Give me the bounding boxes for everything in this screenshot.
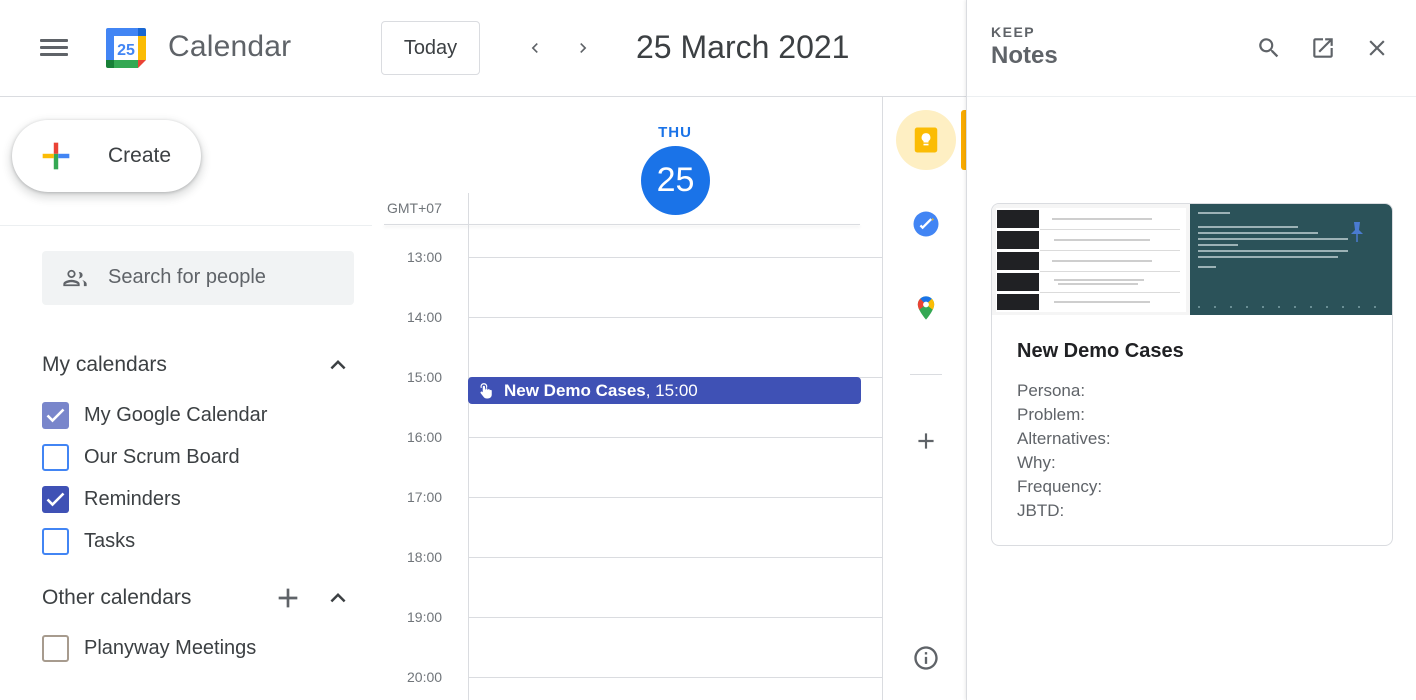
- hour-line: [468, 557, 882, 558]
- calendar-label: Our Scrum Board: [84, 445, 240, 468]
- hour-line: [468, 617, 882, 618]
- calendar-item-reminders[interactable]: Reminders: [42, 484, 181, 514]
- maps-icon: [917, 296, 935, 320]
- note-line: JBTD:: [1017, 501, 1065, 520]
- keep-panel-header-divider: [967, 96, 1416, 97]
- people-icon: [63, 269, 87, 287]
- calendar-item-our-scrum-board[interactable]: Our Scrum Board: [42, 442, 240, 472]
- grid-top-divider: [384, 224, 860, 225]
- calendar-event[interactable]: New Demo Cases, 15:00: [468, 377, 861, 404]
- calendar-label: My Google Calendar: [84, 403, 268, 426]
- sidebar-divider: [0, 225, 372, 226]
- collapse-my-calendars-chevron-up-icon[interactable]: [323, 350, 353, 380]
- grid-right-border: [882, 97, 883, 700]
- create-button[interactable]: Create: [12, 120, 201, 192]
- hour-line: [468, 317, 882, 318]
- note-line: Why:: [1017, 453, 1056, 472]
- close-icon: [1369, 40, 1385, 56]
- hour-line: [468, 677, 882, 678]
- note-attachment-thumbnail: [992, 204, 1392, 315]
- calendar-label: Reminders: [84, 487, 181, 510]
- note-line: Persona:: [1017, 381, 1086, 400]
- calendar-checkbox[interactable]: [42, 527, 69, 555]
- hour-label: 14:00: [407, 309, 443, 325]
- hour-label: 18:00: [407, 549, 443, 565]
- hour-label: 20:00: [407, 669, 443, 685]
- chevron-left-icon: [531, 43, 538, 53]
- maps-app-button[interactable]: [906, 288, 946, 328]
- hour-label: 13:00: [407, 249, 443, 265]
- hour-line: [468, 437, 882, 438]
- top-header: 25 Calendar Today 25 March 2021: [0, 0, 966, 97]
- rail-separator: [910, 374, 942, 375]
- keep-panel-overline: KEEP: [991, 24, 1036, 40]
- info-icon: [914, 646, 938, 670]
- hour-label: 16:00: [407, 429, 443, 445]
- calendar-logo-icon: 25: [106, 28, 146, 68]
- tasks-icon: [913, 211, 939, 237]
- keep-panel-title: Notes: [991, 42, 1058, 69]
- day-number-button[interactable]: 25: [641, 146, 710, 215]
- search-people-input[interactable]: Search for people: [42, 251, 354, 305]
- other-calendars-heading: Other calendars: [42, 586, 192, 609]
- calendar-label: Tasks: [84, 529, 136, 552]
- today-button[interactable]: Today: [381, 21, 480, 75]
- current-date-title: 25 March 2021: [636, 29, 850, 65]
- info-button[interactable]: [906, 638, 946, 678]
- hour-label: 17:00: [407, 489, 443, 505]
- hour-line: [468, 257, 882, 258]
- open-in-new-icon: [1313, 38, 1333, 58]
- add-other-calendar-plus-icon[interactable]: [272, 582, 304, 614]
- day-of-week-label: THU: [658, 124, 692, 141]
- search-icon: [1259, 38, 1279, 58]
- hour-line: [468, 497, 882, 498]
- app-title: Calendar: [168, 30, 292, 63]
- plus-icon: [918, 433, 934, 449]
- previous-day-button[interactable]: [515, 28, 555, 68]
- chevron-right-icon: [580, 43, 587, 53]
- note-line: Frequency:: [1017, 477, 1103, 496]
- calendar-checkbox[interactable]: [42, 634, 69, 662]
- note-body: Persona: Problem: Alternatives: Why: Fre…: [1017, 379, 1111, 523]
- search-people-placeholder: Search for people: [108, 266, 266, 288]
- colorful-plus-icon: [42, 142, 70, 170]
- close-panel-button[interactable]: [1359, 30, 1395, 66]
- main-menu-button[interactable]: [26, 24, 82, 72]
- open-in-new-tab-button[interactable]: [1305, 30, 1341, 66]
- note-card[interactable]: New Demo Cases Persona: Problem: Alterna…: [991, 203, 1393, 546]
- hour-label: 15:00: [407, 369, 443, 385]
- keep-app-button[interactable]: [896, 110, 956, 170]
- timezone-label: GMT+07: [387, 200, 442, 216]
- get-add-ons-button[interactable]: [906, 421, 946, 461]
- note-line: Alternatives:: [1017, 429, 1111, 448]
- create-button-label: Create: [108, 144, 172, 167]
- keep-side-panel: KEEP Notes New Demo Cases Persona: Probl…: [966, 0, 1416, 700]
- logo-day-number: 25: [117, 42, 135, 59]
- hand-pointer-icon: [480, 382, 492, 398]
- grid-time-column-divider: [468, 193, 469, 700]
- calendar-label: Planyway Meetings: [84, 636, 257, 659]
- calendar-checkbox[interactable]: [42, 443, 69, 471]
- search-notes-button[interactable]: [1251, 30, 1287, 66]
- hour-label: 19:00: [407, 609, 443, 625]
- tasks-app-button[interactable]: [906, 204, 946, 244]
- calendar-item-planyway-meetings[interactable]: Planyway Meetings: [42, 633, 256, 663]
- collapse-other-calendars-chevron-up-icon[interactable]: [323, 583, 353, 613]
- note-title: New Demo Cases: [1017, 340, 1184, 362]
- keep-icon: [914, 127, 938, 153]
- my-calendars-heading: My calendars: [42, 353, 167, 376]
- event-time: , 15:00: [645, 380, 698, 400]
- hamburger-icon: [40, 39, 68, 42]
- calendar-checkbox[interactable]: [42, 401, 69, 429]
- calendar-checkbox[interactable]: [42, 485, 69, 513]
- event-title: New Demo Cases: [504, 380, 646, 400]
- calendar-item-tasks[interactable]: Tasks: [42, 526, 135, 556]
- next-day-button[interactable]: [563, 28, 603, 68]
- calendar-item-my-google-calendar[interactable]: My Google Calendar: [42, 400, 267, 430]
- note-line: Problem:: [1017, 405, 1086, 424]
